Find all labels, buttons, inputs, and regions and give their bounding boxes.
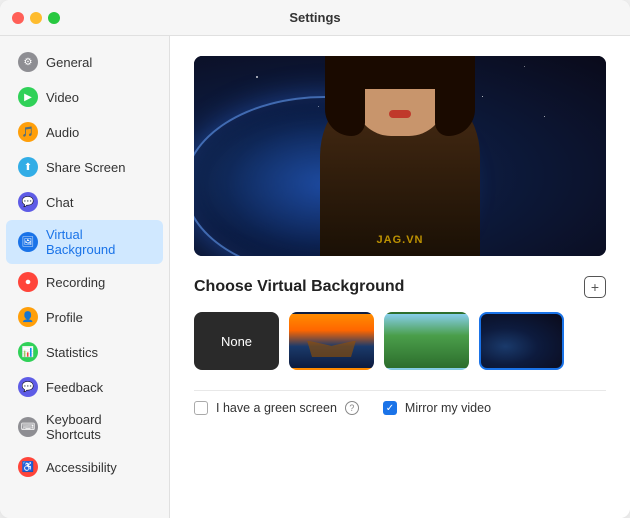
sidebar-icon-share-screen: ⬆ bbox=[18, 157, 38, 177]
sidebar-item-recording[interactable]: ⏺ Recording bbox=[6, 265, 163, 299]
video-preview: JAG.VN bbox=[194, 56, 606, 256]
sidebar-icon-keyboard-shortcuts: ⌨ bbox=[18, 417, 38, 437]
mirror-video-option: Mirror my video bbox=[383, 401, 491, 415]
sidebar-item-video[interactable]: ▶ Video bbox=[6, 80, 163, 114]
sidebar-item-share-screen[interactable]: ⬆ Share Screen bbox=[6, 150, 163, 184]
person-body bbox=[320, 76, 480, 256]
person-head bbox=[355, 56, 445, 136]
person-hair-right bbox=[435, 56, 475, 136]
sidebar: ⚙ General ▶ Video 🎵 Audio ⬆ Share Screen 💬 Chat 🖼 V… bbox=[0, 36, 170, 518]
window-controls bbox=[12, 12, 60, 24]
watermark: JAG.VN bbox=[377, 234, 424, 246]
window-title: Settings bbox=[289, 10, 340, 25]
video-bg: JAG.VN bbox=[194, 56, 606, 256]
person-hair-left bbox=[325, 56, 365, 136]
backgrounds-row: None bbox=[194, 312, 606, 370]
sidebar-label-keyboard-shortcuts: Keyboard Shortcuts bbox=[46, 412, 151, 442]
maximize-button[interactable] bbox=[48, 12, 60, 24]
person-lips bbox=[389, 110, 411, 118]
green-screen-label: I have a green screen bbox=[216, 401, 337, 415]
section-header: Choose Virtual Background + bbox=[194, 276, 606, 298]
background-bridge[interactable] bbox=[289, 312, 374, 370]
sidebar-item-audio[interactable]: 🎵 Audio bbox=[6, 115, 163, 149]
sidebar-item-statistics[interactable]: 📊 Statistics bbox=[6, 335, 163, 369]
green-screen-option: I have a green screen ? bbox=[194, 401, 359, 415]
options-row: I have a green screen ? Mirror my video bbox=[194, 390, 606, 415]
green-screen-checkbox[interactable] bbox=[194, 401, 208, 415]
background-none-label: None bbox=[221, 334, 252, 349]
sidebar-item-virtual-background[interactable]: 🖼 Virtual Background bbox=[6, 220, 163, 264]
sidebar-icon-audio: 🎵 bbox=[18, 122, 38, 142]
sidebar-icon-general: ⚙ bbox=[18, 52, 38, 72]
sidebar-icon-virtual-background: 🖼 bbox=[18, 232, 38, 252]
sidebar-label-audio: Audio bbox=[46, 125, 79, 140]
sidebar-label-chat: Chat bbox=[46, 195, 73, 210]
minimize-button[interactable] bbox=[30, 12, 42, 24]
sidebar-item-general[interactable]: ⚙ General bbox=[6, 45, 163, 79]
sidebar-label-profile: Profile bbox=[46, 310, 83, 325]
sidebar-icon-chat: 💬 bbox=[18, 192, 38, 212]
sidebar-item-profile[interactable]: 👤 Profile bbox=[6, 300, 163, 334]
background-green[interactable] bbox=[384, 312, 469, 370]
sidebar-icon-accessibility: ♿ bbox=[18, 457, 38, 477]
title-bar: Settings bbox=[0, 0, 630, 36]
close-button[interactable] bbox=[12, 12, 24, 24]
green-screen-help-icon[interactable]: ? bbox=[345, 401, 359, 415]
add-background-button[interactable]: + bbox=[584, 276, 606, 298]
sidebar-label-feedback: Feedback bbox=[46, 380, 103, 395]
sidebar-label-statistics: Statistics bbox=[46, 345, 98, 360]
mirror-video-label: Mirror my video bbox=[405, 401, 491, 415]
sidebar-item-feedback[interactable]: 💬 Feedback bbox=[6, 370, 163, 404]
sidebar-item-accessibility[interactable]: ♿ Accessibility bbox=[6, 450, 163, 484]
app-window: Settings ⚙ General ▶ Video 🎵 Audio ⬆ Share Scre… bbox=[0, 0, 630, 518]
sidebar-label-recording: Recording bbox=[46, 275, 105, 290]
content-area: ⚙ General ▶ Video 🎵 Audio ⬆ Share Screen 💬 Chat 🖼 V… bbox=[0, 36, 630, 518]
sidebar-label-accessibility: Accessibility bbox=[46, 460, 117, 475]
sidebar-icon-recording: ⏺ bbox=[18, 272, 38, 292]
section-title: Choose Virtual Background bbox=[194, 278, 404, 296]
background-space[interactable] bbox=[479, 312, 564, 370]
background-none[interactable]: None bbox=[194, 312, 279, 370]
sidebar-label-share-screen: Share Screen bbox=[46, 160, 126, 175]
sidebar-icon-video: ▶ bbox=[18, 87, 38, 107]
sidebar-item-chat[interactable]: 💬 Chat bbox=[6, 185, 163, 219]
sidebar-icon-profile: 👤 bbox=[18, 307, 38, 327]
mirror-video-checkbox[interactable] bbox=[383, 401, 397, 415]
sidebar-item-keyboard-shortcuts[interactable]: ⌨ Keyboard Shortcuts bbox=[6, 405, 163, 449]
sidebar-label-virtual-background: Virtual Background bbox=[46, 227, 151, 257]
sidebar-label-general: General bbox=[46, 55, 92, 70]
sidebar-icon-feedback: 💬 bbox=[18, 377, 38, 397]
sidebar-icon-statistics: 📊 bbox=[18, 342, 38, 362]
sidebar-label-video: Video bbox=[46, 90, 79, 105]
main-content: JAG.VN Choose Virtual Background + None bbox=[170, 36, 630, 518]
